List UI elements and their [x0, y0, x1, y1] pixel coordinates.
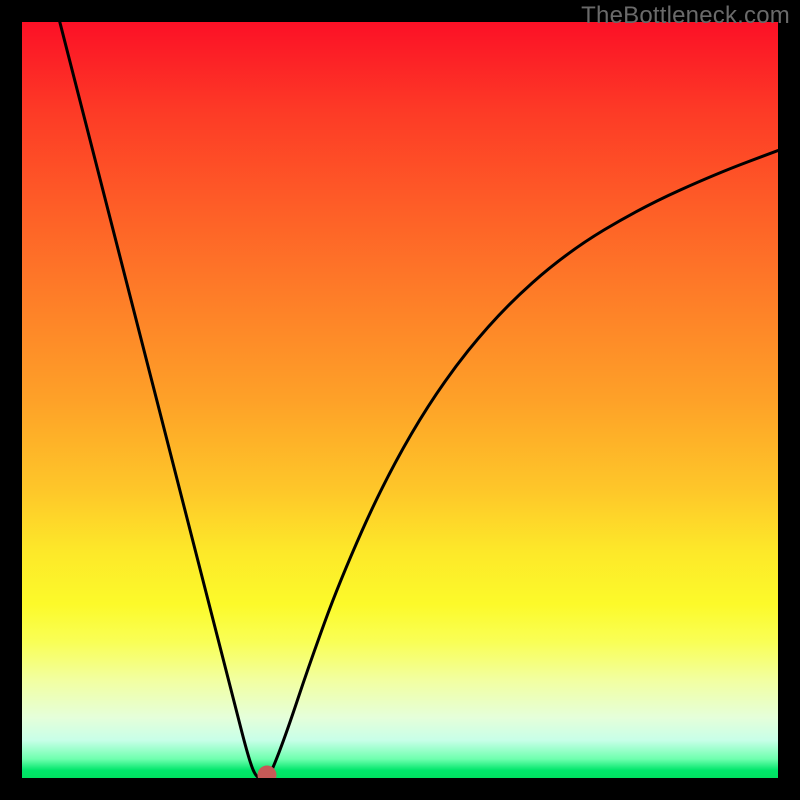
- minimum-marker-dot: [257, 766, 276, 779]
- bottleneck-curve: [22, 22, 778, 778]
- plot-area: [22, 22, 778, 778]
- watermark-text: TheBottleneck.com: [581, 2, 790, 30]
- chart-frame: TheBottleneck.com: [0, 0, 800, 800]
